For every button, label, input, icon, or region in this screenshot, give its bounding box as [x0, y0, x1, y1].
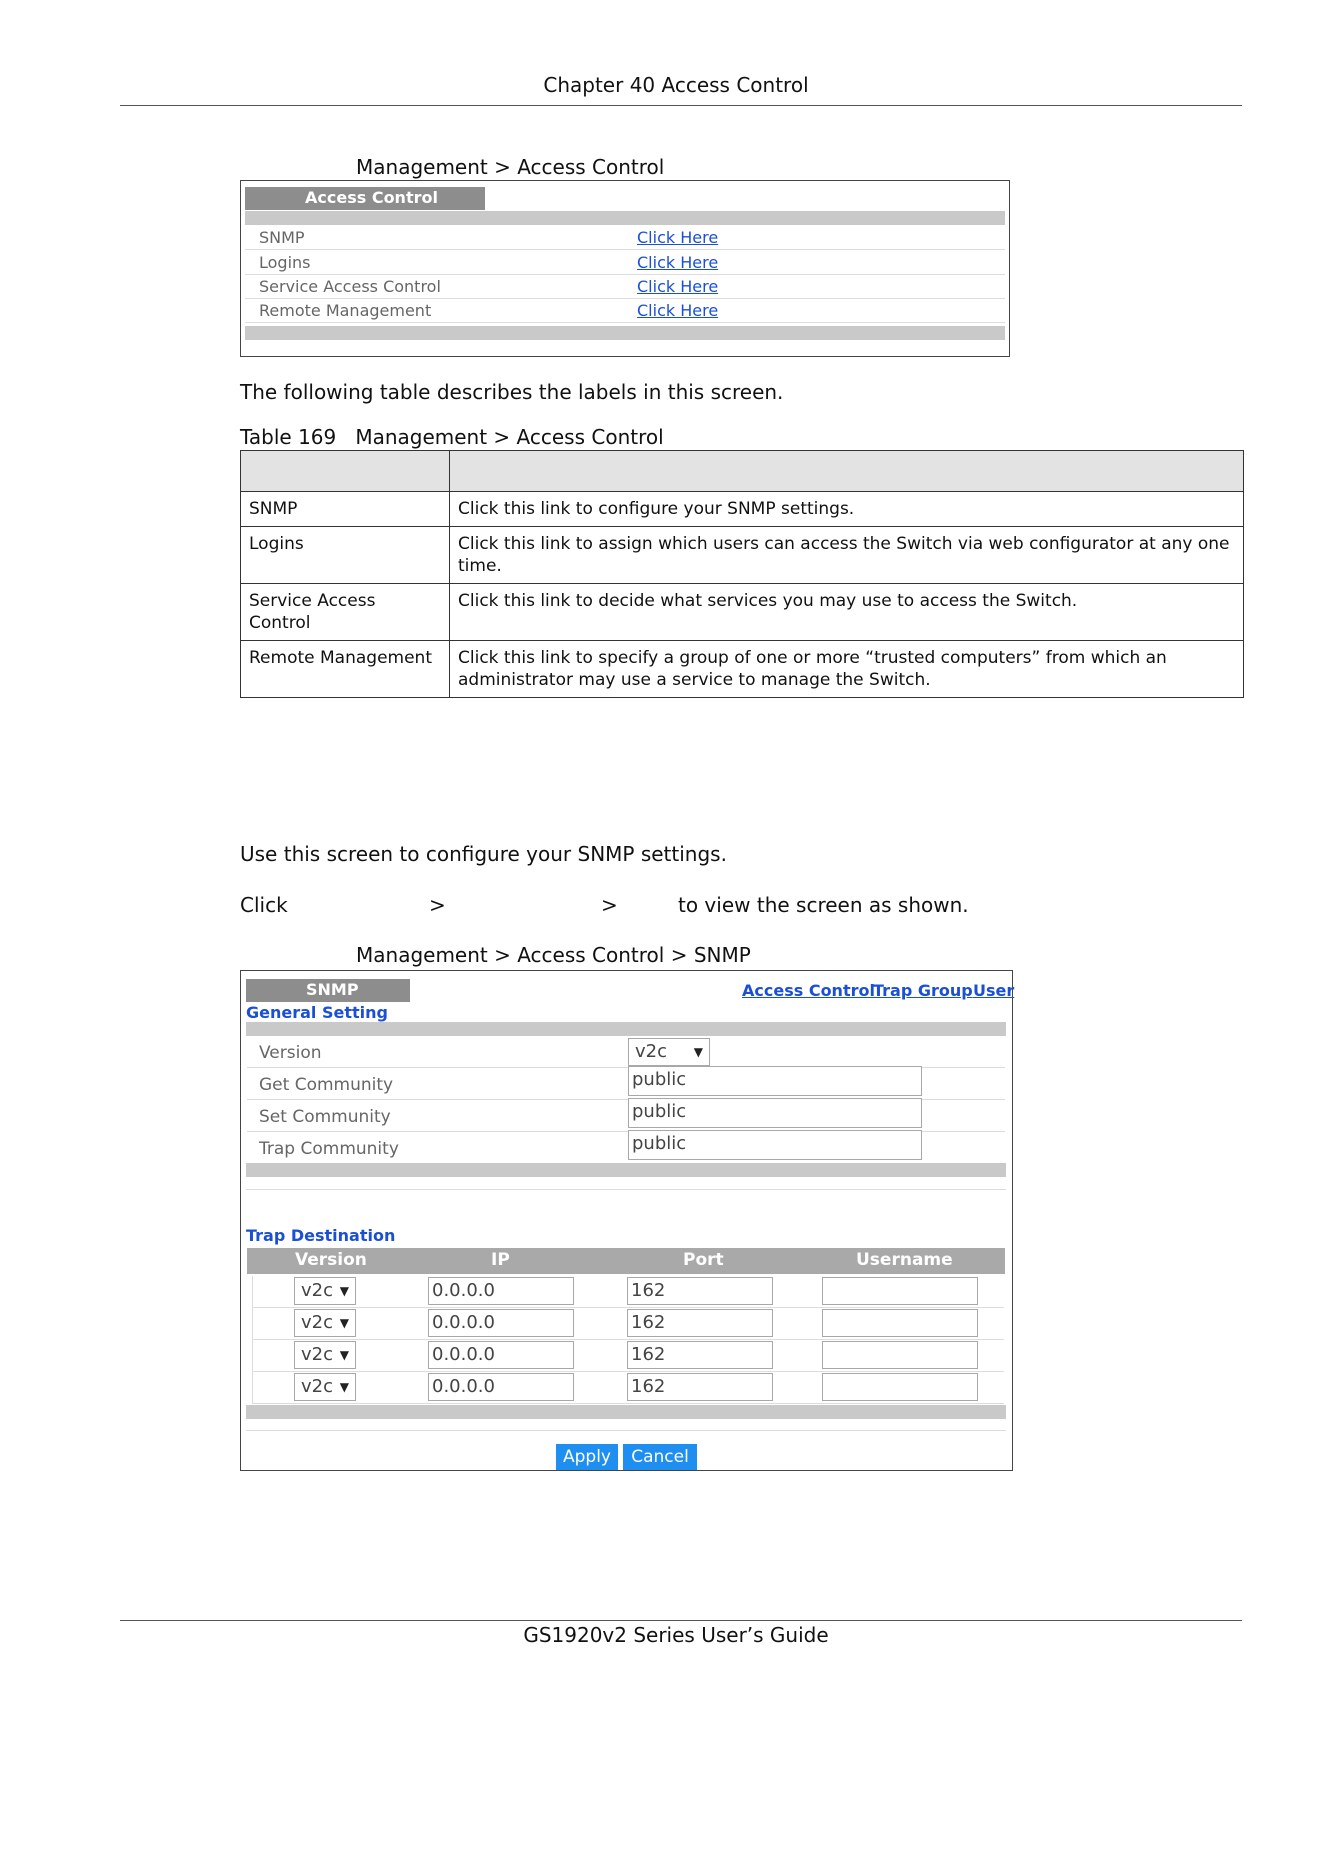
trap-version-select[interactable]: v2c ▼	[294, 1277, 356, 1305]
get-community-input[interactable]: public	[628, 1066, 922, 1096]
list-item-snmp: SNMP Click Here	[245, 226, 1005, 250]
chapter-header: Chapter 40 Access Control	[543, 73, 809, 97]
cancel-button[interactable]: Cancel	[623, 1444, 697, 1470]
trap-version-select[interactable]: v2c ▼	[294, 1341, 356, 1369]
table-header-row	[240, 450, 1244, 492]
header-rule	[120, 105, 1242, 106]
row-label: Service Access Control	[259, 277, 441, 296]
trap-username-input[interactable]	[822, 1373, 978, 1401]
table-header-cell	[240, 450, 450, 492]
table-cell-desc: Click this link to assign which users ca…	[449, 526, 1244, 584]
trap-version-value: v2c	[301, 1376, 334, 1397]
general-bottom-bar	[246, 1163, 1006, 1177]
dropdown-arrow-icon: ▼	[339, 1348, 349, 1362]
divider	[246, 1189, 1006, 1190]
logins-click-here-link[interactable]: Click Here	[637, 253, 718, 272]
divider	[246, 1430, 1006, 1431]
column-header-ip: IP	[491, 1250, 510, 1270]
dropdown-arrow-icon: ▼	[339, 1284, 349, 1298]
version-value: v2c	[635, 1041, 668, 1062]
table-row: Logins Click this link to assign which u…	[240, 526, 1244, 584]
click-word: Click	[240, 893, 288, 917]
trap-version-select[interactable]: v2c ▼	[294, 1309, 356, 1337]
snmp-click-here-link[interactable]: Click Here	[637, 228, 718, 247]
version-select[interactable]: v2c ▼	[628, 1038, 710, 1066]
click-rest-text: to view the screen as shown.	[678, 893, 969, 917]
list-item-logins: Logins Click Here	[245, 251, 1005, 275]
trap-version-value: v2c	[301, 1344, 334, 1365]
trap-ip-input[interactable]: 0.0.0.0	[428, 1309, 574, 1337]
row-label: Remote Management	[259, 301, 432, 320]
trap-port-input[interactable]: 162	[627, 1373, 773, 1401]
figure2-caption: Management > Access Control > SNMP	[356, 943, 751, 967]
row-label: Logins	[259, 253, 311, 272]
footer-rule	[120, 1620, 1242, 1621]
table-cell-desc: Click this link to specify a group of on…	[449, 640, 1244, 698]
set-community-input[interactable]: public	[628, 1098, 922, 1128]
trap-port-input[interactable]: 162	[627, 1341, 773, 1369]
column-header-version: Version	[295, 1250, 367, 1270]
access-control-link[interactable]: Access Control	[742, 981, 875, 1000]
table-cell-label: Service Access Control	[240, 583, 450, 641]
trap-destination-title: Trap Destination	[246, 1226, 396, 1245]
version-row: Version	[247, 1036, 1005, 1068]
description-table: SNMP Click this link to configure your S…	[240, 450, 1244, 698]
trap-username-input[interactable]	[822, 1341, 978, 1369]
dropdown-arrow-icon: ▼	[339, 1380, 349, 1394]
trap-username-input[interactable]	[822, 1277, 978, 1305]
trap-group-link[interactable]: Trap Group	[873, 981, 973, 1000]
trap-version-value: v2c	[301, 1280, 334, 1301]
row-label: SNMP	[259, 228, 305, 247]
access-control-screen: Access Control SNMP Click Here Logins Cl…	[240, 180, 1010, 357]
table-row: Remote Management Click this link to spe…	[240, 640, 1244, 698]
table-row: SNMP Click this link to configure your S…	[240, 491, 1244, 527]
trap-port-input[interactable]: 162	[627, 1309, 773, 1337]
table-cell-desc: Click this link to configure your SNMP s…	[449, 491, 1244, 527]
trap-table-header: Version IP Port Username	[247, 1248, 1005, 1274]
table-cell-label: Remote Management	[240, 640, 450, 698]
trap-community-input[interactable]: public	[628, 1130, 922, 1160]
list-item-service-access-control: Service Access Control Click Here	[245, 275, 1005, 299]
get-community-label: Get Community	[259, 1075, 394, 1095]
figure1-caption: Management > Access Control	[356, 155, 665, 179]
intro-text: The following table describes the labels…	[240, 380, 784, 404]
snmp-tab: SNMP	[246, 979, 410, 1002]
table-caption: Table 169 Management > Access Control	[240, 425, 664, 449]
click-separator: >	[601, 893, 618, 917]
general-top-bar	[246, 1022, 1006, 1036]
table-cell-desc: Click this link to decide what services …	[449, 583, 1244, 641]
general-setting-title: General Setting	[246, 1003, 388, 1022]
table-cell-label: SNMP	[240, 491, 450, 527]
trap-username-input[interactable]	[822, 1309, 978, 1337]
bottom-gray-bar	[245, 326, 1005, 340]
column-header-port: Port	[683, 1250, 724, 1270]
remote-management-click-here-link[interactable]: Click Here	[637, 301, 718, 320]
access-control-tab: Access Control	[245, 187, 485, 210]
dropdown-arrow-icon: ▼	[339, 1316, 349, 1330]
top-gray-bar	[245, 211, 1005, 225]
trap-community-label: Trap Community	[259, 1139, 399, 1159]
trap-port-input[interactable]: 162	[627, 1277, 773, 1305]
table-header-cell	[449, 450, 1244, 492]
set-community-label: Set Community	[259, 1107, 391, 1127]
trap-ip-input[interactable]: 0.0.0.0	[428, 1341, 574, 1369]
section-text: Use this screen to configure your SNMP s…	[240, 842, 727, 866]
trap-version-select[interactable]: v2c ▼	[294, 1373, 356, 1401]
trap-bottom-bar	[246, 1405, 1006, 1419]
version-label: Version	[259, 1043, 322, 1063]
click-separator: >	[429, 893, 446, 917]
footer-guide: GS1920v2 Series User’s Guide	[523, 1623, 829, 1647]
service-access-click-here-link[interactable]: Click Here	[637, 277, 718, 296]
trap-ip-input[interactable]: 0.0.0.0	[428, 1277, 574, 1305]
list-item-remote-management: Remote Management Click Here	[245, 299, 1005, 323]
table-row: Service Access Control Click this link t…	[240, 583, 1244, 641]
user-link[interactable]: User	[973, 981, 1014, 1000]
apply-button[interactable]: Apply	[556, 1444, 618, 1470]
column-header-username: Username	[856, 1250, 953, 1270]
trap-version-value: v2c	[301, 1312, 334, 1333]
table-cell-label: Logins	[240, 526, 450, 584]
trap-ip-input[interactable]: 0.0.0.0	[428, 1373, 574, 1401]
dropdown-arrow-icon: ▼	[693, 1045, 703, 1059]
